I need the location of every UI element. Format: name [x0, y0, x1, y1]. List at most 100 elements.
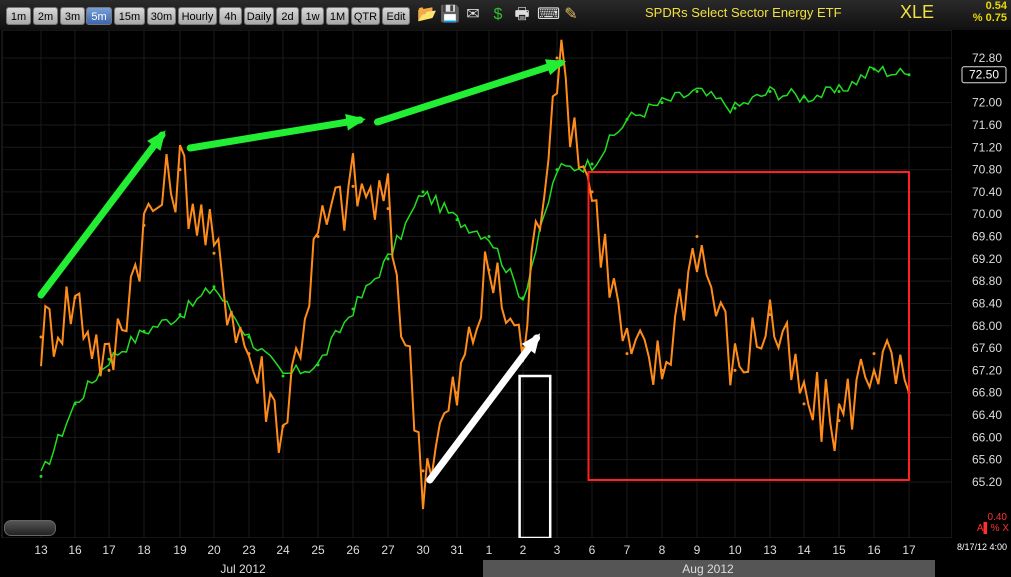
timeframe-button-hourly[interactable]: Hourly	[178, 7, 217, 25]
data-point-price	[73, 402, 77, 406]
timeframe-button-4h[interactable]: 4h	[219, 7, 242, 25]
timeframe-button-1m[interactable]: 1m	[6, 7, 31, 25]
timeframe-button-30m[interactable]: 30m	[147, 7, 176, 25]
dollar-icon[interactable]: $	[488, 5, 508, 25]
x-tick-label: 6	[589, 543, 596, 557]
x-tick-label: 2	[520, 543, 527, 557]
data-point-price	[247, 335, 251, 339]
data-point-3c	[625, 352, 629, 356]
data-point-price	[455, 218, 459, 222]
x-tick-label: 14	[797, 543, 811, 557]
data-point-3c	[316, 235, 320, 239]
timeframe-button-15m[interactable]: 15m	[114, 7, 145, 25]
data-point-price	[421, 190, 425, 194]
open-folder-icon[interactable]: 📂	[417, 5, 437, 25]
price-chart[interactable]: 72.8072.0071.6071.2070.8070.4070.0069.60…	[0, 30, 1011, 577]
data-point-price	[142, 329, 146, 333]
x-tick-label: 25	[311, 543, 325, 557]
data-point-price	[351, 307, 355, 311]
keyboard-icon[interactable]: ⌨	[537, 5, 560, 25]
x-tick-label: 9	[694, 543, 701, 557]
y-tick-label: 71.20	[972, 140, 1002, 154]
y-tick-label: 70.80	[972, 163, 1002, 177]
x-tick-label: 1	[486, 543, 493, 557]
x-tick-label: 18	[137, 543, 151, 557]
x-tick-label: 30	[416, 543, 430, 557]
pencil-icon[interactable]: ✎	[561, 5, 581, 25]
timeframe-button-2m[interactable]: 2m	[33, 7, 58, 25]
data-point-3c	[212, 251, 216, 255]
data-point-3c	[39, 335, 43, 339]
x-tick-label: 26	[346, 543, 360, 557]
timeframe-button-2d[interactable]: 2d	[276, 7, 299, 25]
y-tick-label: 67.60	[972, 341, 1002, 355]
x-tick-label: 19	[173, 543, 187, 557]
scroll-button[interactable]	[4, 520, 56, 536]
data-point-3c	[107, 368, 111, 372]
timeframe-button-1w[interactable]: 1w	[301, 7, 324, 25]
data-point-price	[907, 73, 911, 77]
data-point-3c	[178, 168, 182, 172]
data-point-price	[316, 363, 320, 367]
x-tick-label: 7	[624, 543, 631, 557]
data-point-price	[872, 67, 876, 71]
save-icon[interactable]: 💾	[440, 5, 460, 25]
y-tick-label: 68.80	[972, 274, 1002, 288]
data-point-price	[281, 374, 285, 378]
x-tick-label: 16	[68, 543, 82, 557]
y-tick-label: 66.00	[972, 430, 1002, 444]
timeframe-button-edit[interactable]: Edit	[382, 7, 410, 25]
chart-title: SPDRs Select Sector Energy ETF	[645, 5, 842, 20]
timeframe-button-1m[interactable]: 1M	[326, 7, 349, 25]
timeframe-button-qtr[interactable]: QTR	[351, 7, 380, 25]
x-tick-label: 23	[242, 543, 256, 557]
y-tick-label: 65.20	[972, 475, 1002, 489]
x-tick-label: 27	[381, 543, 395, 557]
data-point-3c	[837, 419, 841, 423]
date-stamp: 8/17/12 4:00	[956, 542, 1007, 552]
data-point-price	[695, 89, 699, 93]
data-point-price	[660, 101, 664, 105]
month-label: Aug 2012	[682, 562, 734, 576]
current-price-label: 72.50	[969, 68, 999, 82]
y-tick-label: 72.80	[972, 51, 1002, 65]
y-tick-label: 69.20	[972, 252, 1002, 266]
data-point-3c	[872, 352, 876, 356]
x-tick-label: 13	[34, 543, 48, 557]
data-point-3c	[487, 268, 491, 272]
data-point-price	[487, 235, 491, 239]
y-tick-label: 66.40	[972, 408, 1002, 422]
timeframe-button-daily[interactable]: Daily	[244, 7, 274, 25]
y-tick-label: 65.60	[972, 453, 1002, 467]
data-point-3c	[281, 424, 285, 428]
data-point-price	[555, 168, 559, 172]
data-point-price	[837, 89, 841, 93]
month-label: Jul 2012	[220, 562, 266, 576]
y-tick-label: 70.00	[972, 207, 1002, 221]
y-tick-label: 71.60	[972, 118, 1002, 132]
timeframe-button-3m[interactable]: 3m	[60, 7, 85, 25]
x-tick-label: 13	[763, 543, 777, 557]
data-point-price	[212, 285, 216, 289]
x-tick-label: 3	[554, 543, 561, 557]
mail-icon[interactable]: ✉	[463, 5, 483, 25]
data-point-3c	[386, 207, 390, 211]
print-icon[interactable]: 🖶	[512, 5, 532, 25]
data-point-price	[625, 117, 629, 121]
y-tick-label: 68.40	[972, 296, 1002, 310]
x-tick-label: 15	[832, 543, 846, 557]
data-point-3c	[421, 469, 425, 473]
timeframe-button-5m[interactable]: 5m	[86, 7, 112, 25]
x-tick-label: 20	[207, 543, 221, 557]
data-point-3c	[555, 56, 559, 60]
data-point-price	[107, 357, 111, 361]
data-point-price	[802, 95, 806, 99]
y-tick-label: 67.20	[972, 363, 1002, 377]
data-point-price	[590, 162, 594, 166]
data-point-3c	[142, 223, 146, 227]
x-tick-label: 10	[728, 543, 742, 557]
x-tick-label: 17	[102, 543, 116, 557]
data-point-price	[768, 89, 772, 93]
data-point-price	[733, 106, 737, 110]
data-point-price	[386, 257, 390, 261]
